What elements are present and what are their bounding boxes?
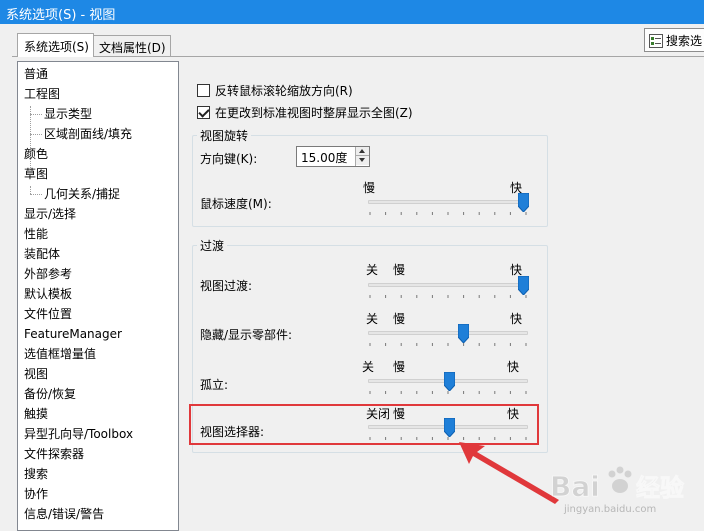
nav-item-collaboration[interactable]: 协作 bbox=[24, 484, 48, 504]
baidu-jingyan-watermark: Bai 经验 jingyan.baidu.com bbox=[544, 450, 704, 527]
slider-ticks bbox=[369, 391, 527, 394]
zoom-to-fit-option[interactable]: 在更改到标准视图时整屏显示全图(Z) bbox=[197, 104, 413, 122]
nav-item-colors[interactable]: 颜色 bbox=[24, 144, 48, 164]
spin-buttons bbox=[355, 147, 369, 166]
view-transition-label: 视图过渡: bbox=[200, 279, 253, 293]
slider-ticks bbox=[369, 212, 527, 215]
zoom-to-fit-checkbox[interactable] bbox=[197, 106, 210, 119]
nav-item-featuremanager[interactable]: FeatureManager bbox=[24, 324, 122, 344]
nav-item-area-hatch[interactable]: 区域剖面线/填充 bbox=[44, 124, 132, 144]
slider-thumb[interactable] bbox=[518, 276, 529, 295]
window-title: 系统选项(S) - 视图 bbox=[0, 0, 704, 24]
slider-ticks bbox=[369, 295, 527, 298]
nav-item-display-style[interactable]: 显示类型 bbox=[44, 104, 92, 124]
isolate-slider[interactable] bbox=[368, 372, 528, 396]
nav-item-backup-recover[interactable]: 备份/恢复 bbox=[24, 384, 76, 404]
slider-ticks bbox=[369, 343, 527, 346]
slider-track bbox=[368, 331, 528, 335]
arrow-keys-label: 方向键(K): bbox=[200, 152, 258, 166]
nav-item-spin-box-increments[interactable]: 选值框增量值 bbox=[24, 344, 96, 364]
nav-item-assemblies[interactable]: 装配体 bbox=[24, 244, 60, 264]
search-options-label: 搜索选 bbox=[666, 34, 703, 48]
isolate-label: 孤立: bbox=[200, 378, 229, 392]
mouse-speed-slider[interactable] bbox=[368, 193, 529, 217]
reverse-wheel-zoom-checkbox[interactable] bbox=[197, 84, 210, 97]
tree-connector bbox=[30, 194, 42, 195]
nav-item-messages-errors-warnings[interactable]: 信息/错误/警告 bbox=[24, 504, 104, 524]
watermark-url: jingyan.baidu.com bbox=[564, 504, 657, 515]
nav-item-search[interactable]: 搜索 bbox=[24, 464, 48, 484]
zoom-to-fit-label: 在更改到标准视图时整屏显示全图(Z) bbox=[215, 106, 413, 120]
tree-connector bbox=[30, 134, 42, 135]
nav-item-view[interactable]: 视图 bbox=[24, 364, 48, 384]
slider-track bbox=[368, 283, 528, 287]
reverse-wheel-zoom-option[interactable]: 反转鼠标滚轮缩放方向(R) bbox=[197, 82, 353, 100]
hide-show-slider[interactable] bbox=[368, 324, 528, 348]
spin-down-icon[interactable] bbox=[356, 156, 369, 165]
tree-connector bbox=[30, 114, 42, 115]
svg-text:经验: 经验 bbox=[636, 474, 684, 502]
baidu-paw-logo: Bai 经验 bbox=[550, 466, 684, 503]
nav-item-general[interactable]: 普通 bbox=[24, 64, 48, 84]
svg-text:Bai: Bai bbox=[550, 470, 600, 503]
tab-document-properties[interactable]: 文档属性(D) bbox=[92, 35, 171, 56]
nav-item-relations-snaps[interactable]: 几何关系/捕捉 bbox=[44, 184, 120, 204]
nav-item-default-templates[interactable]: 默认模板 bbox=[24, 284, 72, 304]
nav-item-hole-wizard-toolbox[interactable]: 异型孔向导/Toolbox bbox=[24, 424, 133, 444]
slider-thumb[interactable] bbox=[443, 372, 455, 391]
nav-item-touch[interactable]: 触摸 bbox=[24, 404, 48, 424]
view-transition-slider[interactable] bbox=[368, 276, 529, 300]
spin-up-icon[interactable] bbox=[356, 147, 369, 156]
nav-item-external-references[interactable]: 外部参考 bbox=[24, 264, 72, 284]
options-nav-tree[interactable]: 普通 工程图 显示类型 区域剖面线/填充 颜色 草图 几何关系/捕捉 显示/选择… bbox=[17, 61, 179, 531]
nav-item-drawings[interactable]: 工程图 bbox=[24, 84, 60, 104]
nav-item-performance[interactable]: 性能 bbox=[24, 224, 48, 244]
nav-item-display-selection[interactable]: 显示/选择 bbox=[24, 204, 76, 224]
nav-item-file-explorer[interactable]: 文件探索器 bbox=[24, 444, 84, 464]
slider-thumb[interactable] bbox=[518, 193, 529, 212]
nav-item-file-locations[interactable]: 文件位置 bbox=[24, 304, 72, 324]
tab-divider bbox=[12, 56, 704, 57]
reverse-wheel-zoom-label: 反转鼠标滚轮缩放方向(R) bbox=[215, 84, 353, 98]
search-options-button[interactable]: 搜索选 bbox=[644, 28, 704, 52]
slider-thumb[interactable] bbox=[458, 324, 470, 343]
tab-system-options[interactable]: 系统选项(S) bbox=[17, 33, 94, 57]
nav-item-sketch[interactable]: 草图 bbox=[24, 164, 48, 184]
tree-connector bbox=[30, 186, 31, 194]
transitions-title: 过渡 bbox=[197, 237, 228, 254]
search-options-icon bbox=[649, 34, 663, 48]
arrow-keys-spinbox[interactable]: 15.00度 bbox=[296, 146, 370, 167]
view-rotation-title: 视图旋转 bbox=[197, 127, 252, 144]
slider-track bbox=[368, 200, 528, 204]
hide-show-label: 隐藏/显示零部件: bbox=[200, 328, 293, 342]
mouse-speed-label: 鼠标速度(M): bbox=[200, 197, 272, 211]
arrow-keys-value[interactable]: 15.00度 bbox=[301, 149, 347, 166]
